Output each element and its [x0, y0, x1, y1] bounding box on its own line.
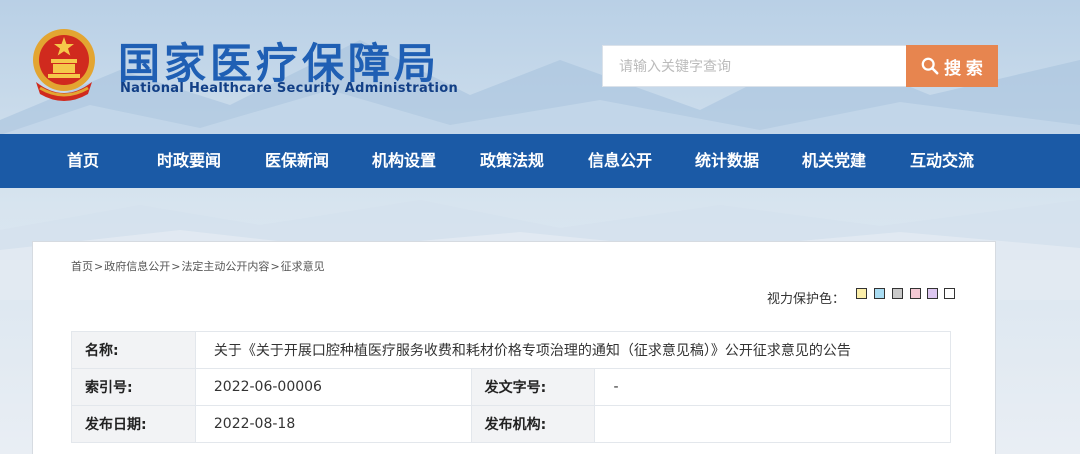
publish-date-label: 发布日期: [71, 405, 196, 443]
nav-item-info-disclosure[interactable]: 信息公开 [588, 134, 652, 188]
breadcrumb-item-gov-info[interactable]: 政府信息公开 [104, 260, 170, 273]
breadcrumb-item-consultation[interactable]: 征求意见 [281, 260, 325, 273]
doc-number-label: 发文字号: [470, 368, 596, 406]
name-value: 关于《关于开展口腔种植医疗服务收费和耗材价格专项治理的通知（征求意见稿）》公开征… [194, 331, 952, 369]
index-value: 2022-06-00006 [194, 368, 472, 406]
index-label: 索引号: [71, 368, 196, 406]
main-nav: 首页 时政要闻 医保新闻 机构设置 政策法规 信息公开 统计数据 机关党建 互动… [0, 134, 1080, 188]
search-input[interactable] [602, 45, 906, 87]
nav-item-current-affairs[interactable]: 时政要闻 [157, 134, 221, 188]
eye-color-swatch-pink[interactable] [910, 288, 921, 299]
breadcrumb-separator: > [94, 260, 104, 273]
breadcrumb-separator: > [270, 260, 280, 273]
search-icon [921, 57, 939, 75]
site-subtitle: National Healthcare Security Administrat… [120, 81, 459, 96]
nav-item-interaction[interactable]: 互动交流 [910, 134, 974, 188]
search-button[interactable]: 搜 索 [906, 45, 998, 87]
eye-color-swatch-white[interactable] [944, 288, 955, 299]
eye-color-swatch-purple[interactable] [927, 288, 938, 299]
table-row: 索引号: 2022-06-00006 发文字号: - [71, 368, 951, 406]
publish-date-value: 2022-08-18 [194, 405, 472, 443]
eye-color-swatch-yellow[interactable] [856, 288, 867, 299]
breadcrumb-separator: > [171, 260, 181, 273]
publishing-org-value [594, 405, 951, 443]
nav-item-organization[interactable]: 机构设置 [372, 134, 436, 188]
name-label: 名称: [71, 331, 196, 369]
doc-number-value: - [594, 368, 951, 406]
table-row: 发布日期: 2022-08-18 发布机构: [71, 405, 951, 443]
eye-color-swatch-gray[interactable] [892, 288, 903, 299]
nav-item-statistics[interactable]: 统计数据 [695, 134, 759, 188]
eye-color-swatch-blue[interactable] [874, 288, 885, 299]
breadcrumb-item-statutory-content[interactable]: 法定主动公开内容 [181, 260, 269, 273]
table-row: 名称: 关于《关于开展口腔种植医疗服务收费和耗材价格专项治理的通知（征求意见稿）… [71, 331, 952, 369]
breadcrumb-item-home[interactable]: 首页 [71, 260, 93, 273]
national-emblem-icon [26, 24, 102, 104]
document-info-table: 名称: 关于《关于开展口腔种植医疗服务收费和耗材价格专项治理的通知（征求意见稿）… [71, 331, 952, 443]
eye-protection-label: 视力保护色： [767, 292, 846, 307]
nav-item-medical-insurance-news[interactable]: 医保新闻 [265, 134, 329, 188]
nav-item-home[interactable]: 首页 [67, 134, 99, 188]
search-button-label: 搜 索 [944, 58, 983, 78]
publishing-org-label: 发布机构: [470, 405, 596, 443]
breadcrumb: 首页>政府信息公开>法定主动公开内容>征求意见 [71, 258, 325, 274]
nav-item-party-building[interactable]: 机关党建 [802, 134, 866, 188]
nav-item-policies[interactable]: 政策法规 [480, 134, 544, 188]
